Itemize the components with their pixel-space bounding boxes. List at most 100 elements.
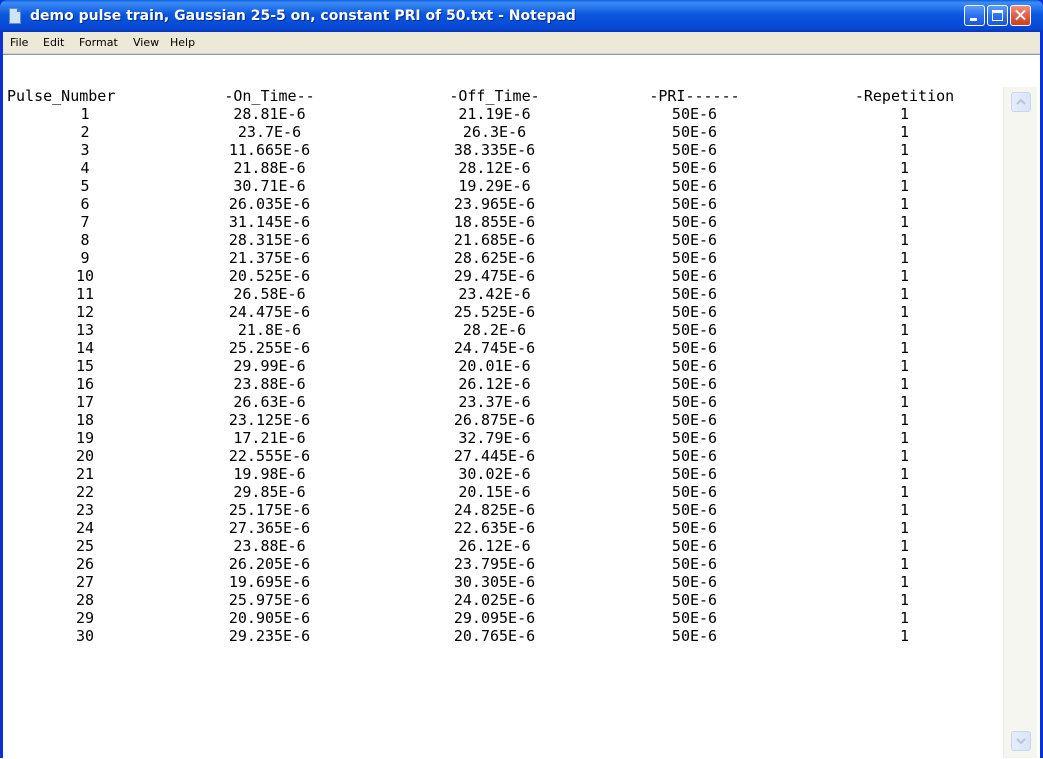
cell-pulse-number: 18 [75,411,95,429]
close-icon [1011,6,1030,25]
cell-pulse-number: 21 [75,465,95,483]
close-button[interactable] [1010,5,1031,26]
cell-pulse-number: 8 [80,231,90,249]
cell-repetition: 1 [899,573,910,591]
cell-repetition: 1 [899,123,910,141]
cell-on-time: 20.525E-6 [228,267,311,285]
cell-on-time: 17.21E-6 [233,429,306,447]
cell-on-time: 26.63E-6 [233,393,306,411]
menu-help[interactable]: Help [168,32,197,53]
cell-off-time: 20.765E-6 [453,627,536,645]
table-row: 21 19.98E-6 30.02E-6 50E-6 1 [7,465,997,483]
table-row: 6 26.035E-6 23.965E-6 50E-6 1 [7,195,997,213]
cell-repetition: 1 [899,555,910,573]
table-row: 11 26.58E-6 23.42E-6 50E-6 1 [7,285,997,303]
cell-pri: 50E-6 [671,339,718,357]
cell-pri: 50E-6 [671,393,718,411]
table-row: 28 25.975E-6 24.025E-6 50E-6 1 [7,591,997,609]
table-row: 12 24.475E-6 25.525E-6 50E-6 1 [7,303,997,321]
scroll-down-arrow-icon [1016,738,1026,745]
cell-pulse-number: 27 [75,573,95,591]
cell-on-time: 21.88E-6 [233,159,306,177]
cell-repetition: 1 [899,375,910,393]
cell-repetition: 1 [899,339,910,357]
table-row: 27 19.695E-6 30.305E-6 50E-6 1 [7,573,997,591]
menu-format[interactable]: Format [77,32,120,53]
table-header: Pulse_Number -On_Time-- -Off_Time- -PRI-… [7,87,997,105]
table-row: 14 25.255E-6 24.745E-6 50E-6 1 [7,339,997,357]
cell-repetition: 1 [899,231,910,249]
table-row: 19 17.21E-6 32.79E-6 50E-6 1 [7,429,997,447]
cell-pri: 50E-6 [671,537,718,555]
cell-on-time: 28.81E-6 [233,105,306,123]
cell-on-time: 27.365E-6 [228,519,311,537]
cell-pulse-number: 25 [75,537,95,555]
menu-file[interactable]: File [8,32,30,53]
cell-pulse-number: 24 [75,519,95,537]
cell-pulse-number: 13 [75,321,95,339]
scroll-up-arrow-icon [1016,98,1026,105]
cell-off-time: 18.855E-6 [453,213,536,231]
menu-edit[interactable]: Edit [41,32,66,53]
cell-pri: 50E-6 [671,519,718,537]
cell-pulse-number: 7 [80,213,90,231]
maximize-button[interactable] [987,5,1008,26]
vertical-scrollbar[interactable] [1003,87,1037,758]
cell-repetition: 1 [899,141,910,159]
cell-pri: 50E-6 [671,303,718,321]
cell-off-time: 21.685E-6 [453,231,536,249]
cell-pulse-number: 19 [75,429,95,447]
cell-off-time: 29.475E-6 [453,267,536,285]
title-bar[interactable]: demo pulse train, Gaussian 25-5 on, cons… [0,0,1043,32]
menu-view[interactable]: View [131,32,161,53]
table-row: 22 29.85E-6 20.15E-6 50E-6 1 [7,483,997,501]
minimize-button[interactable] [964,5,985,26]
cell-on-time: 26.58E-6 [233,285,306,303]
cell-repetition: 1 [899,303,910,321]
cell-off-time: 23.37E-6 [458,393,531,411]
notepad-icon[interactable] [9,8,21,24]
table-row: 9 21.375E-6 28.625E-6 50E-6 1 [7,249,997,267]
cell-repetition: 1 [899,537,910,555]
scroll-down-button[interactable] [1011,731,1031,751]
header-pri: -PRI------ [649,87,740,105]
cell-repetition: 1 [899,105,910,123]
cell-pri: 50E-6 [671,357,718,375]
table-row: 20 22.555E-6 27.445E-6 50E-6 1 [7,447,997,465]
table-row: 4 21.88E-6 28.12E-6 50E-6 1 [7,159,997,177]
cell-pulse-number: 3 [80,141,90,159]
cell-pri: 50E-6 [671,591,718,609]
scroll-up-button[interactable] [1011,92,1031,112]
cell-pri: 50E-6 [671,123,718,141]
cell-pri: 50E-6 [671,501,718,519]
cell-repetition: 1 [899,195,910,213]
cell-on-time: 31.145E-6 [228,213,311,231]
cell-pri: 50E-6 [671,267,718,285]
cell-pulse-number: 5 [80,177,90,195]
table-row: 5 30.71E-6 19.29E-6 50E-6 1 [7,177,997,195]
cell-repetition: 1 [899,429,910,447]
table-row: 29 20.905E-6 29.095E-6 50E-6 1 [7,609,997,627]
cell-pri: 50E-6 [671,231,718,249]
cell-repetition: 1 [899,501,910,519]
cell-pri: 50E-6 [671,375,718,393]
cell-off-time: 38.335E-6 [453,141,536,159]
cell-repetition: 1 [899,627,910,645]
document-text[interactable]: Pulse_Number -On_Time-- -Off_Time- -PRI-… [7,87,997,759]
cell-repetition: 1 [899,249,910,267]
window-title: demo pulse train, Gaussian 25-5 on, cons… [30,8,576,24]
cell-on-time: 29.85E-6 [233,483,306,501]
table-row: 18 23.125E-6 26.875E-6 50E-6 1 [7,411,997,429]
cell-pulse-number: 10 [75,267,95,285]
cell-pulse-number: 22 [75,483,95,501]
cell-on-time: 23.125E-6 [228,411,311,429]
table-row: 25 23.88E-6 26.12E-6 50E-6 1 [7,537,997,555]
cell-repetition: 1 [899,213,910,231]
cell-repetition: 1 [899,465,910,483]
cell-on-time: 29.235E-6 [228,627,311,645]
cell-on-time: 26.205E-6 [228,555,311,573]
cell-pulse-number: 9 [80,249,90,267]
cell-on-time: 23.7E-6 [237,123,302,141]
cell-pri: 50E-6 [671,105,718,123]
cell-off-time: 22.635E-6 [453,519,536,537]
